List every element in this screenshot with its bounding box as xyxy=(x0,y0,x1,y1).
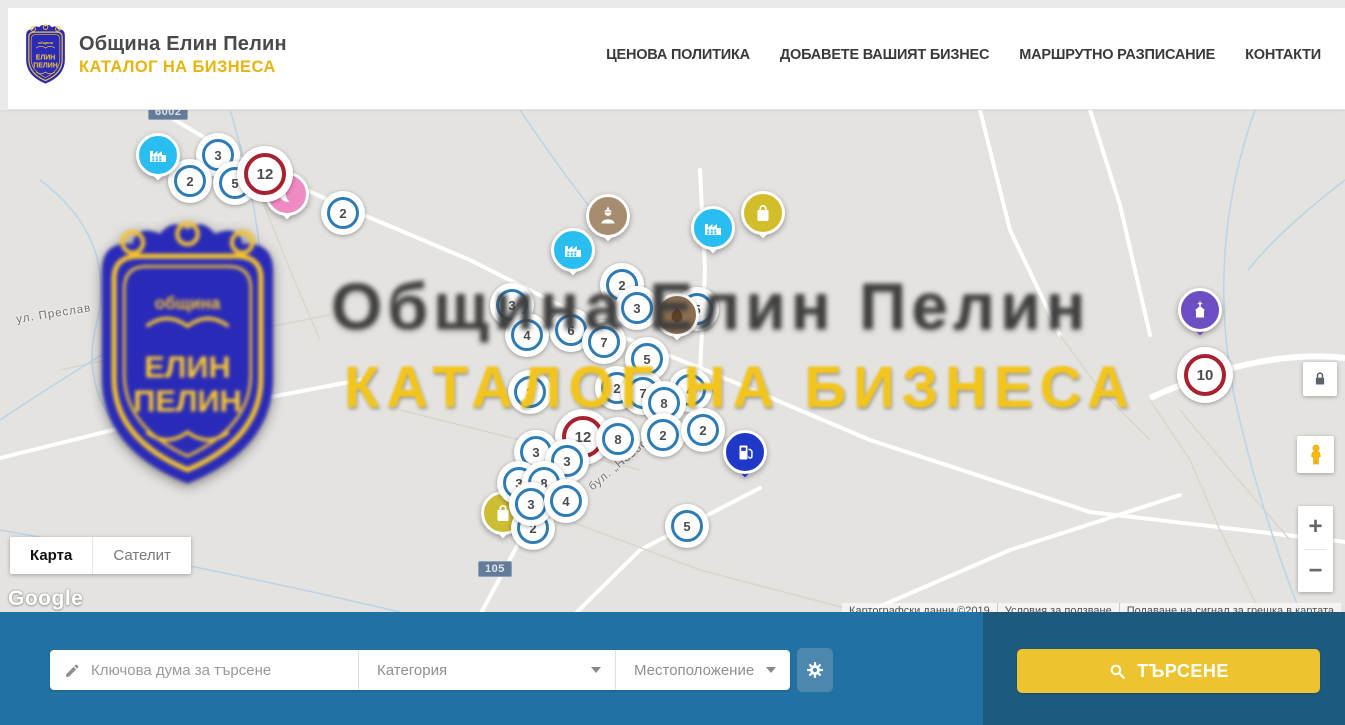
nav-contacts[interactable]: КОНТАКТИ xyxy=(1245,47,1321,63)
church-pin-marker[interactable] xyxy=(1178,288,1222,342)
main-nav: ЦЕНОВА ПОЛИТИКА ДОБАВЕТЕ ВАШИЯТ БИЗНЕС М… xyxy=(606,0,1321,110)
category-dropdown-label: Категория xyxy=(377,662,447,679)
municipality-crest-icon xyxy=(22,24,69,86)
map-type-control: Карта Сателит xyxy=(10,537,191,574)
factory-icon xyxy=(701,216,725,240)
factory-icon xyxy=(146,143,170,167)
fuel-icon xyxy=(733,440,757,464)
site-title: Община Елин Пелин xyxy=(79,33,287,56)
bag-icon xyxy=(751,201,775,225)
cluster-count: 2 xyxy=(514,376,546,408)
nav-pricing-policy[interactable]: ЦЕНОВА ПОЛИТИКА xyxy=(606,47,750,63)
flame-icon xyxy=(665,303,689,327)
factory-pin-marker[interactable] xyxy=(136,133,180,187)
attribution-report-link[interactable]: Подаване на сигнал за грешка в картата xyxy=(1119,603,1341,612)
map-canvas[interactable]: 3251223235647522748128223338234510600210… xyxy=(0,110,1345,612)
location-dropdown[interactable]: Местоположение xyxy=(615,650,790,690)
zoom-control: + − xyxy=(1298,506,1333,592)
zoom-in-button[interactable]: + xyxy=(1298,506,1333,549)
search-button-label: ТЪРСЕНЕ xyxy=(1137,661,1229,682)
location-dropdown-label: Местоположение xyxy=(634,662,754,679)
cluster-count: 5 xyxy=(631,343,663,375)
window-frame-left xyxy=(0,0,8,110)
attribution-copyright: Картографски данни ©2019 xyxy=(842,603,997,612)
road-badge: 6002 xyxy=(148,110,188,120)
road-badge: 105 xyxy=(478,561,512,577)
search-fields: Категория Местоположение xyxy=(50,650,790,690)
attribution-terms-link[interactable]: Условия за ползване xyxy=(997,603,1119,612)
factory-pin-marker[interactable] xyxy=(551,228,595,282)
street-label: ул. Преслав xyxy=(16,302,93,326)
keyword-field-wrap xyxy=(50,650,358,690)
nav-add-business[interactable]: ДОБАВЕТЕ ВАШИЯТ БИЗНЕС xyxy=(780,47,989,63)
site-header: Община Елин Пелин КАТАЛОГ НА БИЗНЕСА ЦЕН… xyxy=(0,0,1345,110)
cluster-count: 4 xyxy=(550,485,582,517)
cluster-count: 5 xyxy=(671,510,703,542)
map-type-map-button[interactable]: Карта xyxy=(10,537,92,574)
cluster-marker[interactable]: 4 xyxy=(505,313,549,357)
search-panel: Категория Местоположение ТЪРСЕНЕ xyxy=(0,612,1345,725)
pencil-icon xyxy=(64,662,81,679)
search-icon xyxy=(1108,662,1127,681)
map-type-satellite-button[interactable]: Сателит xyxy=(92,537,191,574)
flame-pin-marker[interactable] xyxy=(655,293,699,347)
cluster-marker[interactable]: 2 xyxy=(321,191,365,235)
cluster-count: 7 xyxy=(588,326,620,358)
cluster-count: 3 xyxy=(515,488,547,520)
cluster-count: 2 xyxy=(327,197,359,229)
cluster-count: 12 xyxy=(244,153,286,195)
cluster-marker[interactable]: 2 xyxy=(508,370,552,414)
street-view-pegman-button[interactable] xyxy=(1297,436,1334,473)
pegman-icon xyxy=(1303,442,1329,468)
map-attribution: Картографски данни ©2019 Условия за полз… xyxy=(842,603,1341,612)
worker-icon xyxy=(596,204,620,228)
search-button[interactable]: ТЪРСЕНЕ xyxy=(1017,649,1320,693)
church-icon xyxy=(1188,298,1212,322)
site-subtitle: КАТАЛОГ НА БИЗНЕСА xyxy=(79,58,287,77)
cluster-count: 10 xyxy=(1184,354,1226,396)
keyword-search-input[interactable] xyxy=(91,662,358,679)
fuel-pin-marker[interactable] xyxy=(723,430,767,484)
site-logo[interactable]: Община Елин Пелин КАТАЛОГ НА БИЗНЕСА xyxy=(22,24,287,86)
cluster-count: 2 xyxy=(647,419,679,451)
cluster-count: 4 xyxy=(511,319,543,351)
cluster-marker[interactable]: 10 xyxy=(1177,347,1233,403)
factory-pin-marker[interactable] xyxy=(691,206,735,260)
cluster-marker[interactable]: 7 xyxy=(582,320,626,364)
factory-icon xyxy=(561,238,585,262)
category-dropdown[interactable]: Категория xyxy=(358,650,615,690)
chevron-down-icon xyxy=(591,667,601,673)
chevron-down-icon xyxy=(766,667,776,673)
marker-layer: 3251223235647522748128223338234510600210… xyxy=(0,110,1345,612)
zoom-out-button[interactable]: − xyxy=(1298,550,1333,593)
lock-icon xyxy=(1309,368,1331,390)
google-logo[interactable]: Google xyxy=(8,587,83,611)
cluster-marker[interactable]: 12 xyxy=(237,146,293,202)
advanced-search-button[interactable] xyxy=(797,648,833,692)
cluster-count: 8 xyxy=(602,423,634,455)
nav-route-schedule[interactable]: МАРШРУТНО РАЗПИСАНИЕ xyxy=(1019,47,1215,63)
cluster-marker[interactable]: 8 xyxy=(596,417,640,461)
lock-button[interactable] xyxy=(1303,362,1337,396)
cluster-marker[interactable]: 5 xyxy=(665,504,709,548)
bag-pin-marker[interactable] xyxy=(741,191,785,245)
cluster-marker[interactable]: 3 xyxy=(615,286,659,330)
cluster-count: 2 xyxy=(687,414,719,446)
window-frame-top xyxy=(0,0,1345,8)
cluster-count: 3 xyxy=(621,292,653,324)
gear-icon xyxy=(804,659,826,681)
cluster-marker[interactable]: 2 xyxy=(641,413,685,457)
cluster-marker[interactable]: 2 xyxy=(681,408,725,452)
cluster-marker[interactable]: 4 xyxy=(544,479,588,523)
